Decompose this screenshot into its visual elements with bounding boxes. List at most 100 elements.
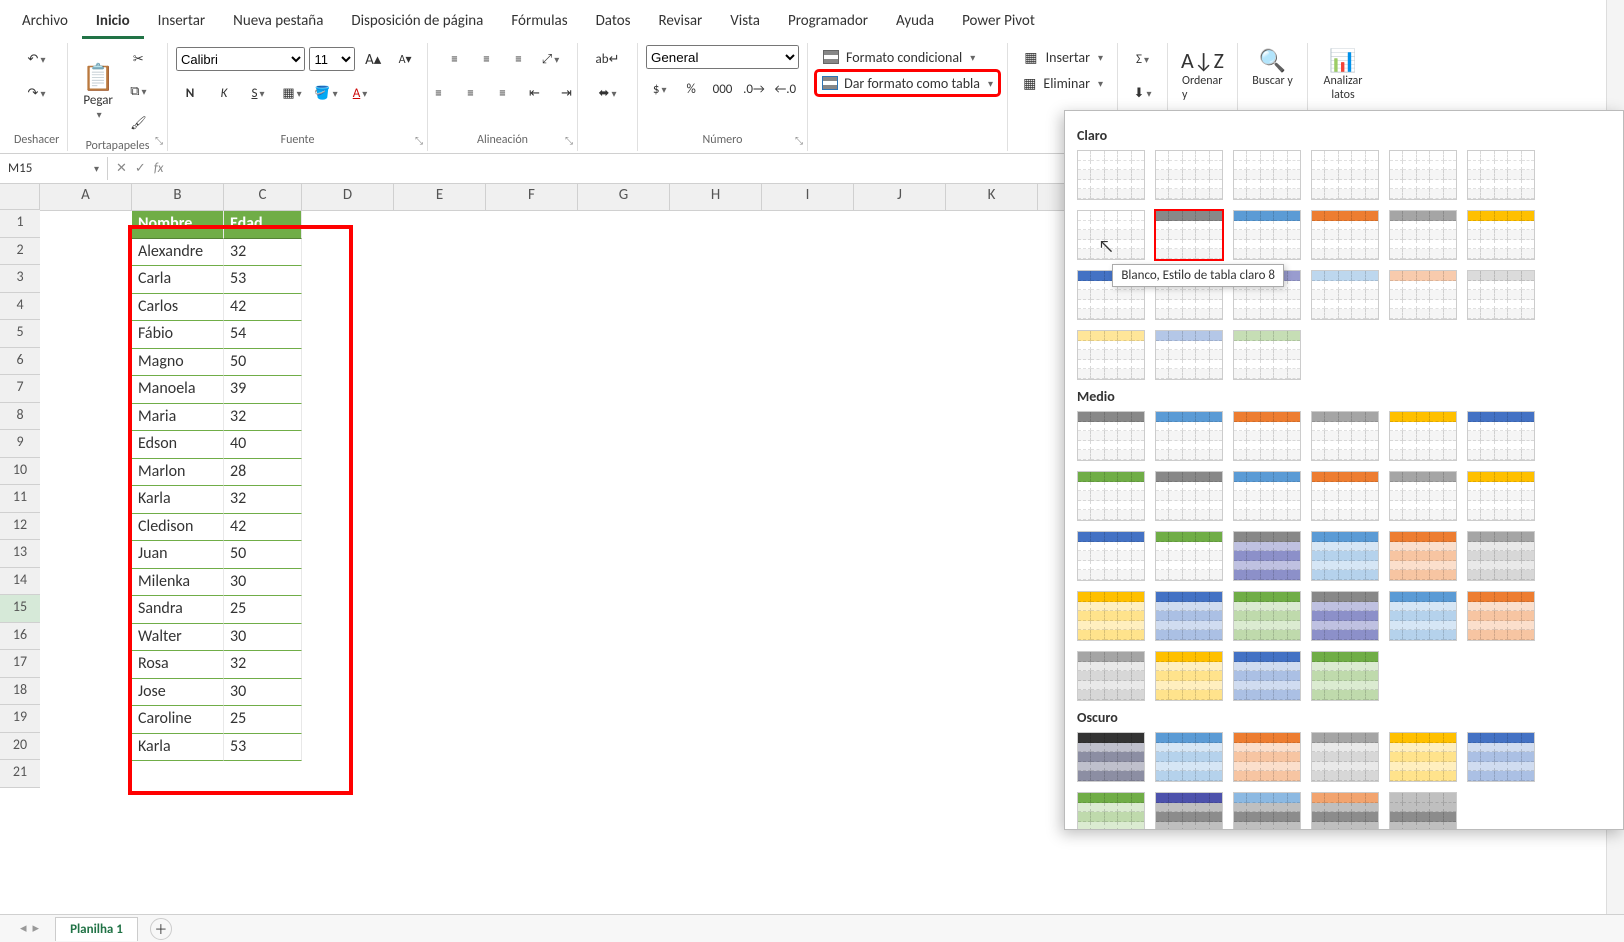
table-style-swatch[interactable] — [1467, 270, 1535, 320]
table-data-cell[interactable]: 42 — [224, 294, 302, 322]
thousands-button[interactable]: 000 — [709, 75, 736, 103]
wrap-text-button[interactable]: ab↵ — [594, 45, 622, 73]
insert-cells-button[interactable]: ▦Insertar▾ — [1016, 45, 1109, 69]
row-header[interactable]: 6 — [0, 348, 40, 376]
table-style-swatch[interactable] — [1233, 150, 1301, 200]
row-header[interactable]: 5 — [0, 320, 40, 348]
sheet-nav-next[interactable]: ▸ — [33, 921, 40, 936]
table-data-cell[interactable]: 50 — [224, 541, 302, 569]
column-header[interactable]: J — [854, 184, 946, 210]
bold-button[interactable]: N — [176, 79, 204, 107]
table-style-swatch[interactable] — [1467, 471, 1535, 521]
name-box[interactable]: M15 ▾ — [0, 157, 108, 180]
table-style-swatch[interactable] — [1389, 792, 1457, 830]
sheet-tab-active[interactable]: Planilha 1 — [55, 917, 138, 941]
italic-button[interactable]: K — [210, 79, 238, 107]
conditional-format-button[interactable]: Formato condicional▾ — [816, 45, 999, 69]
align-center-button[interactable]: ≡ — [457, 79, 485, 107]
row-header[interactable]: 18 — [0, 678, 40, 706]
ribbon-tab-power-pivot[interactable]: Power Pivot — [948, 6, 1049, 39]
table-data-cell[interactable]: 53 — [224, 734, 302, 762]
table-data-cell[interactable]: Walter — [132, 624, 224, 652]
table-data-cell[interactable]: 50 — [224, 349, 302, 377]
table-header-cell[interactable]: Nombre — [132, 211, 224, 239]
table-data-cell[interactable]: 54 — [224, 321, 302, 349]
table-data-cell[interactable]: Maria — [132, 404, 224, 432]
table-style-swatch[interactable] — [1155, 411, 1223, 461]
table-style-swatch[interactable] — [1467, 732, 1535, 782]
table-style-swatch[interactable] — [1077, 411, 1145, 461]
column-header[interactable]: F — [486, 184, 578, 210]
column-header[interactable]: D — [302, 184, 394, 210]
format-as-table-button[interactable]: Dar formato como tabla▾ — [816, 71, 999, 95]
row-header[interactable]: 17 — [0, 650, 40, 678]
column-header[interactable]: I — [762, 184, 854, 210]
column-header[interactable]: H — [670, 184, 762, 210]
table-style-swatch[interactable] — [1389, 150, 1457, 200]
table-style-swatch[interactable] — [1311, 531, 1379, 581]
table-style-swatch[interactable] — [1389, 531, 1457, 581]
column-header[interactable]: C — [224, 184, 302, 210]
table-style-swatch[interactable] — [1155, 471, 1223, 521]
table-style-swatch[interactable] — [1077, 150, 1145, 200]
row-header[interactable]: 20 — [0, 733, 40, 761]
font-size-select[interactable]: 11 — [309, 47, 355, 71]
table-data-cell[interactable]: Karla — [132, 734, 224, 762]
table-header-cell[interactable]: Edad — [224, 211, 302, 239]
table-style-swatch[interactable] — [1233, 732, 1301, 782]
analyze-button[interactable]: 📊 Analizar latos — [1316, 45, 1370, 104]
merge-button[interactable]: ⬌▾ — [594, 79, 622, 107]
table-style-swatch[interactable] — [1155, 150, 1223, 200]
row-header[interactable]: 7 — [0, 375, 40, 403]
accept-formula-icon[interactable]: ✓ — [135, 161, 146, 176]
table-data-cell[interactable]: 53 — [224, 266, 302, 294]
table-data-cell[interactable]: 32 — [224, 651, 302, 679]
format-painter-button[interactable]: 🖌 — [124, 109, 152, 137]
autosum-button[interactable]: Σ▾ — [1129, 45, 1157, 73]
align-right-button[interactable]: ≡ — [489, 79, 517, 107]
row-header[interactable]: 12 — [0, 513, 40, 541]
align-left-button[interactable]: ≡ — [425, 79, 453, 107]
table-style-swatch[interactable] — [1155, 651, 1223, 701]
font-color-button[interactable]: A▾ — [346, 79, 374, 107]
table-data-cell[interactable]: Carlos — [132, 294, 224, 322]
table-style-swatch[interactable] — [1311, 471, 1379, 521]
table-style-swatch[interactable] — [1155, 591, 1223, 641]
decrease-indent-button[interactable]: ⇤ — [521, 79, 549, 107]
table-data-cell[interactable]: Magno — [132, 349, 224, 377]
row-header[interactable]: 2 — [0, 238, 40, 266]
add-sheet-button[interactable]: ＋ — [150, 918, 172, 940]
align-middle-button[interactable]: ≡ — [473, 45, 501, 73]
table-data-cell[interactable]: 25 — [224, 706, 302, 734]
table-style-swatch[interactable] — [1233, 330, 1301, 380]
table-data-cell[interactable]: 32 — [224, 486, 302, 514]
font-name-select[interactable]: Calibri — [176, 47, 305, 71]
fx-icon[interactable]: fx — [154, 161, 164, 176]
increase-indent-button[interactable]: ⇥ — [553, 79, 581, 107]
ribbon-tab-datos[interactable]: Datos — [582, 6, 645, 39]
decrease-font-button[interactable]: A▾ — [391, 45, 419, 73]
table-style-swatch[interactable] — [1155, 210, 1223, 260]
table-style-swatch[interactable] — [1233, 651, 1301, 701]
percent-button[interactable]: % — [677, 75, 704, 103]
table-data-cell[interactable]: 30 — [224, 624, 302, 652]
table-data-cell[interactable]: Milenka — [132, 569, 224, 597]
table-style-swatch[interactable] — [1467, 210, 1535, 260]
table-style-swatch[interactable] — [1077, 531, 1145, 581]
ribbon-tab-vista[interactable]: Vista — [716, 6, 774, 39]
row-header[interactable]: 10 — [0, 458, 40, 486]
ribbon-tab-nueva-pestaña[interactable]: Nueva pestaña — [219, 6, 337, 39]
underline-button[interactable]: S▾ — [244, 79, 272, 107]
table-data-cell[interactable]: 30 — [224, 679, 302, 707]
column-header[interactable]: B — [132, 184, 224, 210]
fill-color-button[interactable]: 🪣▾ — [312, 79, 340, 107]
table-style-swatch[interactable] — [1389, 591, 1457, 641]
ribbon-tab-inicio[interactable]: Inicio — [82, 6, 144, 39]
undo-button[interactable]: ↶▾ — [23, 45, 51, 73]
ribbon-tab-archivo[interactable]: Archivo — [8, 6, 82, 39]
row-header[interactable]: 19 — [0, 705, 40, 733]
table-style-swatch[interactable] — [1311, 732, 1379, 782]
alignment-launcher[interactable]: ⤡ — [565, 134, 573, 147]
table-style-swatch[interactable] — [1389, 411, 1457, 461]
number-launcher[interactable]: ⤡ — [795, 134, 803, 147]
